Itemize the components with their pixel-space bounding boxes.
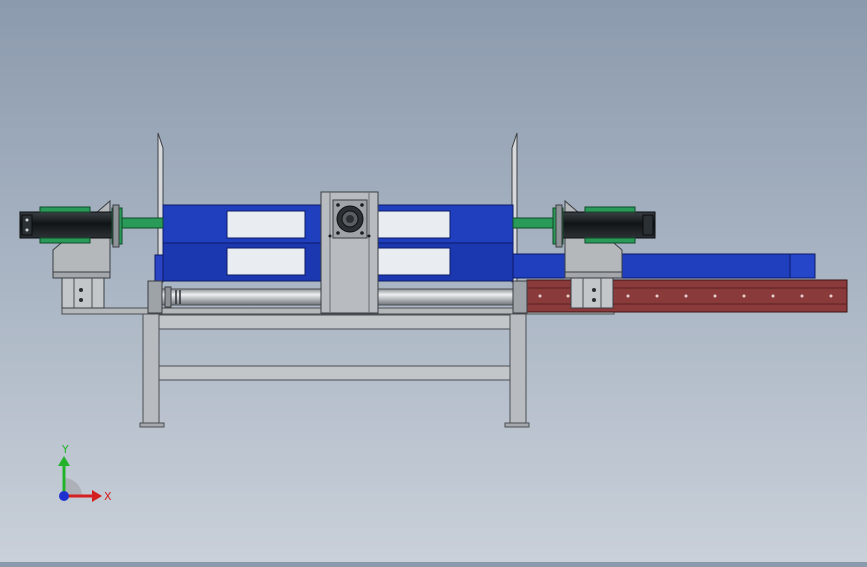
coordinate-triad[interactable]: Y X (52, 440, 122, 510)
center-bearing-plate[interactable] (320, 191, 379, 314)
z-axis-dot (59, 491, 69, 501)
support-frame[interactable] (61, 307, 615, 428)
right-blue-rail[interactable] (512, 253, 816, 279)
y-axis-arrowhead (58, 456, 70, 466)
cad-viewport[interactable]: Y X (0, 0, 867, 562)
model-drawing (19, 132, 848, 428)
y-axis-label: Y (61, 443, 69, 456)
x-axis-arrowhead (92, 490, 102, 502)
triad-drawing: Y X (58, 443, 112, 503)
x-axis-label: X (104, 490, 112, 503)
